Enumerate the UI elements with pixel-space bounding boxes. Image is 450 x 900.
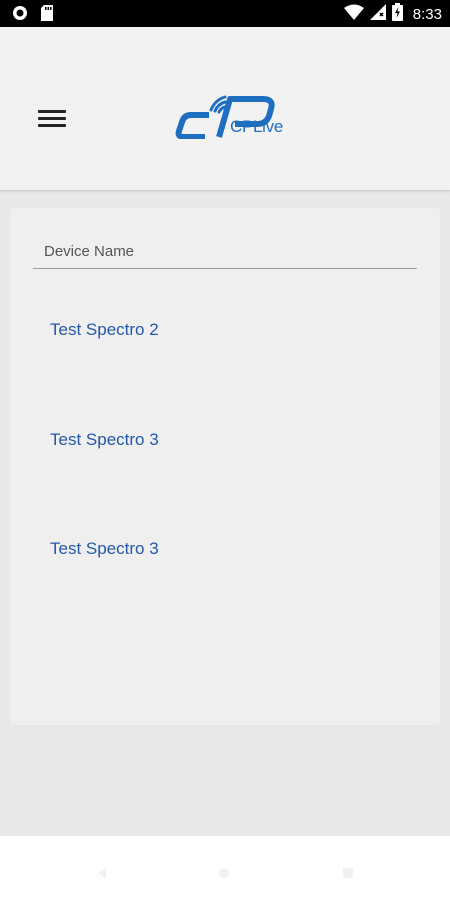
- status-bar: 8:33: [0, 0, 450, 27]
- device-item[interactable]: Test Spectro 2: [50, 320, 159, 340]
- sd-card-icon: [40, 5, 54, 26]
- wifi-icon: [343, 4, 364, 25]
- back-icon[interactable]: [96, 866, 108, 879]
- logo-text: CPLive: [230, 117, 284, 136]
- device-card: Device Name Test Spectro 2 Test Spectro …: [10, 208, 440, 725]
- app-header: CPLive: [0, 27, 450, 191]
- signal-icon: [369, 4, 386, 25]
- home-icon[interactable]: [218, 866, 230, 878]
- device-item[interactable]: Test Spectro 3: [50, 539, 159, 559]
- record-icon: [12, 5, 28, 26]
- device-item[interactable]: Test Spectro 3: [50, 430, 159, 450]
- status-right-icons: 8:33: [343, 3, 442, 26]
- status-time: 8:33: [412, 5, 442, 23]
- bottom-navigation-bar: [0, 836, 450, 900]
- recents-icon[interactable]: [342, 866, 354, 878]
- battery-icon: [391, 3, 403, 26]
- device-name-label: Device Name: [44, 243, 135, 260]
- hamburger-menu-icon[interactable]: [36, 107, 68, 131]
- status-left-icons: [12, 5, 54, 26]
- device-name-field: Device Name: [33, 236, 417, 269]
